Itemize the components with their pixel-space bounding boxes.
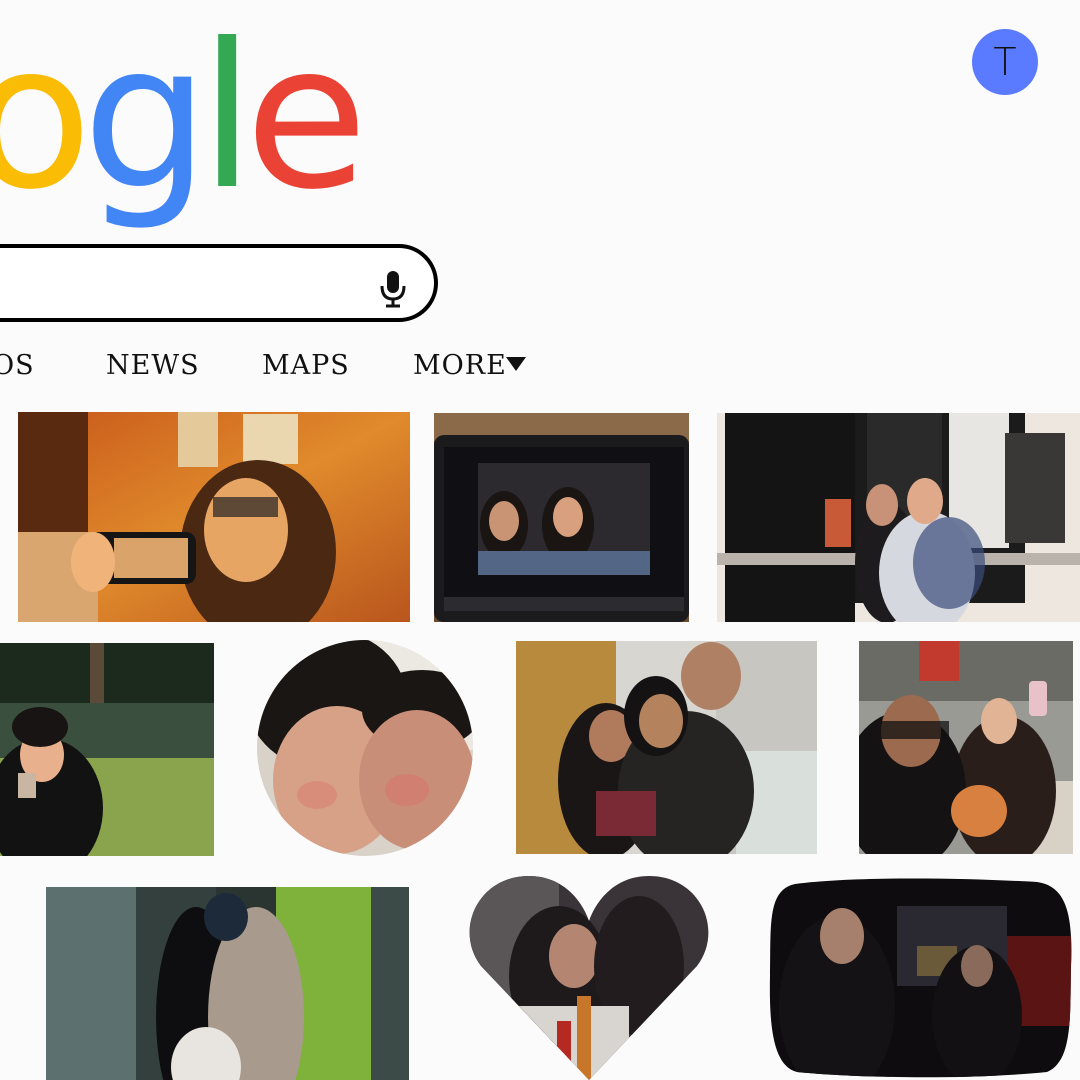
result-image[interactable] bbox=[257, 640, 473, 856]
tab-more[interactable]: MORE bbox=[413, 350, 507, 381]
result-image[interactable] bbox=[469, 876, 709, 1080]
google-logo[interactable]: ogle bbox=[0, 18, 368, 218]
logo-letter-o: o bbox=[0, 1, 92, 234]
result-image[interactable] bbox=[0, 643, 214, 856]
tab-videos[interactable]: OS bbox=[0, 350, 35, 381]
result-image[interactable] bbox=[516, 641, 817, 854]
microphone-icon[interactable] bbox=[378, 269, 408, 309]
account-avatar-button[interactable]: T bbox=[972, 29, 1038, 95]
result-image[interactable] bbox=[859, 641, 1073, 854]
logo-letter-e: e bbox=[244, 1, 368, 234]
logo-letter-g: g bbox=[82, 1, 209, 234]
result-image[interactable] bbox=[18, 412, 410, 622]
result-image[interactable] bbox=[46, 887, 409, 1080]
result-image[interactable] bbox=[434, 413, 689, 622]
caret-down-icon[interactable] bbox=[506, 357, 526, 371]
logo-letter-l: l bbox=[199, 1, 254, 234]
search-input[interactable] bbox=[0, 244, 438, 322]
tab-news[interactable]: NEWS bbox=[106, 350, 200, 381]
tab-maps[interactable]: MAPS bbox=[262, 350, 350, 381]
avatar-initial: T bbox=[993, 40, 1017, 84]
result-image[interactable] bbox=[717, 413, 1080, 622]
result-image[interactable] bbox=[767, 876, 1073, 1080]
